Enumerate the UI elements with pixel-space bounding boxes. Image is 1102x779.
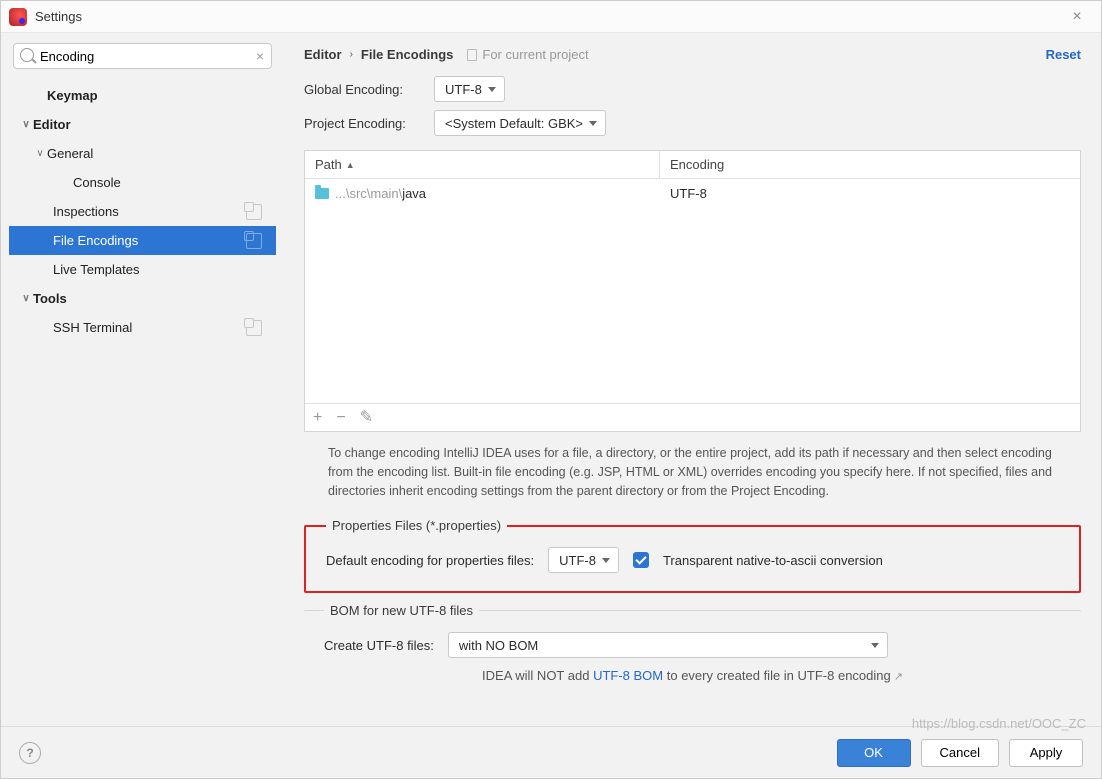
- breadcrumb: Editor › File Encodings For current proj…: [304, 47, 1081, 62]
- table-row[interactable]: ...\src\main\java UTF-8: [305, 179, 1080, 207]
- copy-icon: [246, 233, 262, 249]
- clear-search-icon[interactable]: ×: [256, 48, 264, 64]
- chevron-right-icon: ›: [350, 49, 353, 60]
- sort-asc-icon: ▲: [346, 160, 355, 170]
- scope-indicator: For current project: [467, 47, 588, 62]
- global-encoding-dropdown[interactable]: UTF-8: [434, 76, 505, 102]
- project-encoding-dropdown[interactable]: <System Default: GBK>: [434, 110, 606, 136]
- bom-note: IDEA will NOT add UTF-8 BOM to every cre…: [324, 668, 1061, 683]
- titlebar: Settings ×: [1, 1, 1101, 33]
- tree-item-inspections[interactable]: Inspections: [9, 197, 276, 226]
- breadcrumb-root[interactable]: Editor: [304, 47, 342, 62]
- cancel-button[interactable]: Cancel: [921, 739, 999, 767]
- copy-icon: [246, 320, 262, 336]
- ok-button[interactable]: OK: [837, 739, 911, 767]
- dialog-footer: ? OK Cancel Apply: [1, 726, 1101, 778]
- global-encoding-label: Global Encoding:: [304, 82, 434, 97]
- app-icon: [9, 8, 27, 26]
- search-input-wrap: ×: [13, 43, 272, 69]
- apply-button[interactable]: Apply: [1009, 739, 1083, 767]
- add-icon[interactable]: +: [313, 410, 322, 426]
- col-path-header[interactable]: Path▲: [305, 151, 660, 178]
- tree-item-editor[interactable]: ∨Editor: [9, 110, 276, 139]
- tree-item-general[interactable]: ∨General: [9, 139, 276, 168]
- tree-item-tools[interactable]: ∨Tools: [9, 284, 276, 313]
- close-icon[interactable]: ×: [1061, 8, 1093, 26]
- utf8-bom-link[interactable]: UTF-8 BOM: [593, 668, 663, 683]
- sidebar: × Keymap ∨Editor ∨General Console Inspec…: [1, 33, 284, 726]
- row-encoding: UTF-8: [660, 186, 1080, 201]
- help-text: To change encoding IntelliJ IDEA uses fo…: [304, 432, 1081, 508]
- tree-item-file-encodings[interactable]: File Encodings: [9, 226, 276, 255]
- project-encoding-label: Project Encoding:: [304, 116, 434, 131]
- properties-encoding-label: Default encoding for properties files:: [326, 553, 534, 568]
- project-icon: [467, 49, 477, 61]
- tree-item-console[interactable]: Console: [9, 168, 276, 197]
- encoding-table: Path▲ Encoding ...\src\main\java UTF-8 +…: [304, 150, 1081, 432]
- properties-legend: Properties Files (*.properties): [326, 518, 507, 533]
- properties-fieldset: Properties Files (*.properties) Default …: [304, 518, 1081, 593]
- breadcrumb-leaf: File Encodings: [361, 47, 453, 62]
- window-title: Settings: [35, 9, 1061, 24]
- col-encoding-header[interactable]: Encoding: [660, 151, 1080, 178]
- bom-create-dropdown[interactable]: with NO BOM: [448, 632, 888, 658]
- bom-legend: BOM for new UTF-8 files: [324, 603, 479, 618]
- bom-fieldset: BOM for new UTF-8 files Create UTF-8 fil…: [304, 603, 1081, 689]
- tree-item-ssh-terminal[interactable]: SSH Terminal: [9, 313, 276, 342]
- search-icon: [20, 48, 34, 62]
- copy-icon: [246, 204, 262, 220]
- main-panel: Editor › File Encodings For current proj…: [284, 33, 1101, 726]
- bom-create-label: Create UTF-8 files:: [324, 638, 434, 653]
- external-link-icon: ↗: [894, 671, 903, 683]
- help-button[interactable]: ?: [19, 742, 41, 764]
- transparent-ascii-label: Transparent native-to-ascii conversion: [663, 553, 883, 568]
- properties-encoding-dropdown[interactable]: UTF-8: [548, 547, 619, 573]
- reset-link[interactable]: Reset: [1046, 47, 1081, 62]
- folder-icon: [315, 188, 329, 199]
- tree-item-live-templates[interactable]: Live Templates: [9, 255, 276, 284]
- tree-item-keymap[interactable]: Keymap: [9, 81, 276, 110]
- settings-tree: Keymap ∨Editor ∨General Console Inspecti…: [9, 75, 276, 718]
- transparent-ascii-checkbox[interactable]: [633, 552, 649, 568]
- edit-icon[interactable]: ✎: [360, 410, 373, 426]
- search-input[interactable]: [13, 43, 272, 69]
- remove-icon[interactable]: −: [336, 410, 345, 426]
